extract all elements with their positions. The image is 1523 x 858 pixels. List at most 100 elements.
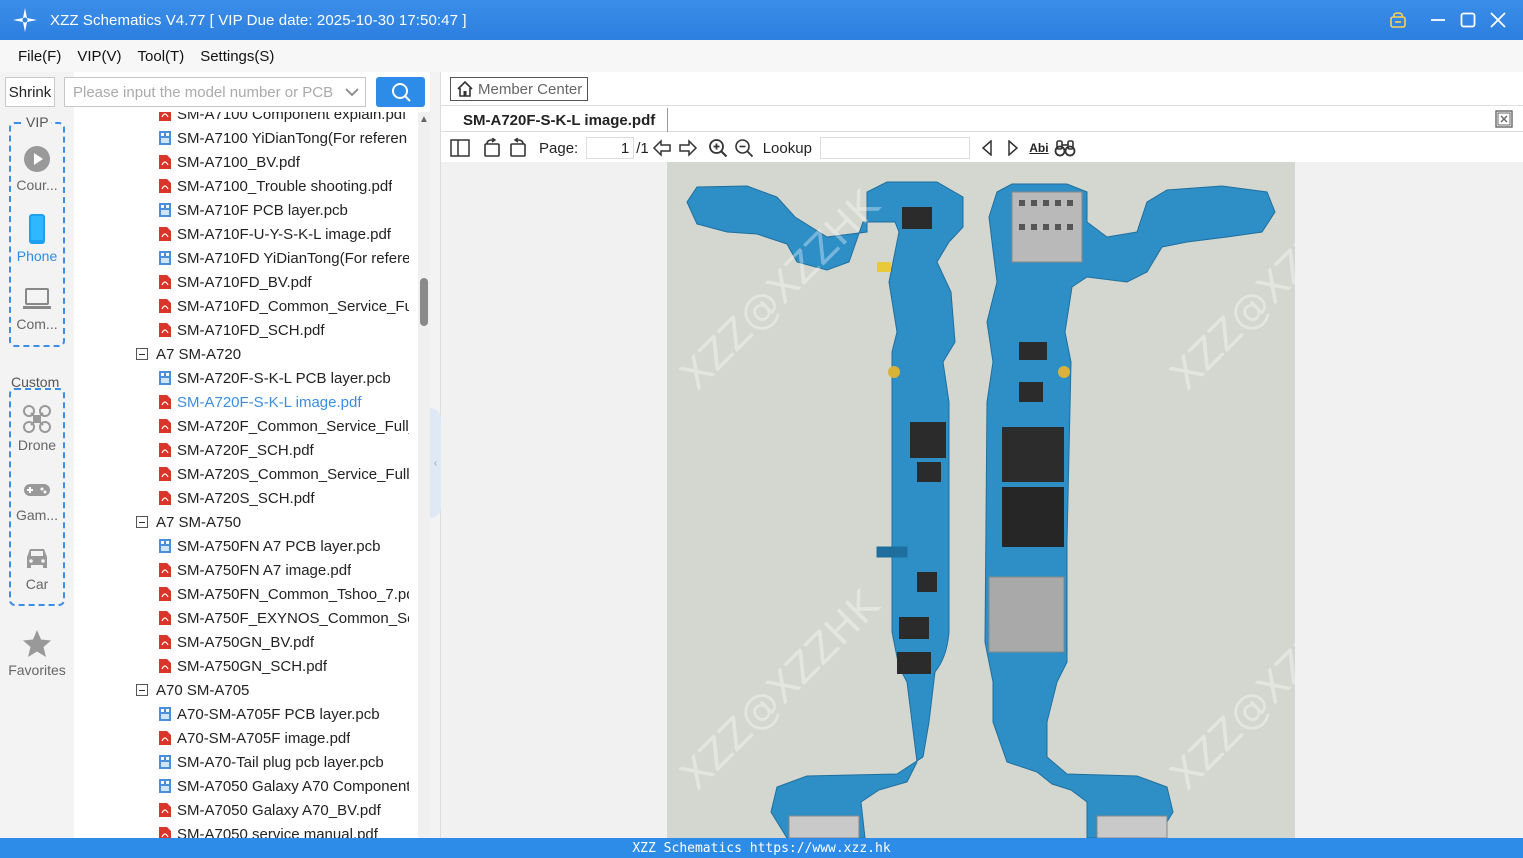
rail-item-phone[interactable]: Phone (0, 213, 74, 264)
menu-settings[interactable]: Settings(S) (192, 48, 282, 65)
page-total: /1 (636, 139, 649, 157)
tree-file[interactable]: SM-A7100_Trouble shooting.pdf (158, 174, 392, 198)
pdf-file-icon (159, 611, 171, 625)
rail-item-computer[interactable]: Com... (0, 285, 74, 332)
category-rail: Shrink VIP Cour... Phone Com... Custom D… (0, 72, 74, 838)
close-tab-icon[interactable] (1495, 110, 1513, 128)
lock-icon[interactable] (1383, 5, 1413, 35)
rail-item-favorites[interactable]: Favorites (0, 629, 74, 678)
tree-file[interactable]: SM-A7050 Galaxy A70 Component (158, 774, 409, 798)
tree-file[interactable]: SM-A70-Tail plug pcb layer.pcb (158, 750, 384, 774)
search-button[interactable] (376, 77, 425, 107)
tree-item-label: SM-A7050 Galaxy A70 Component (177, 777, 409, 795)
find-previous-icon[interactable] (974, 136, 1000, 160)
pdf-file-icon (159, 731, 171, 745)
menu-file[interactable]: File(F) (10, 48, 69, 65)
next-page-icon[interactable] (675, 136, 701, 160)
tree-file[interactable]: A70-SM-A705F PCB layer.pcb (158, 702, 380, 726)
match-case-icon[interactable]: Abi (1026, 136, 1052, 160)
tree-file[interactable]: SM-A750F_EXYNOS_Common_Serv (158, 606, 409, 630)
tree-file[interactable]: SM-A710F-U-Y-S-K-L image.pdf (158, 222, 391, 246)
tree-scrollbar[interactable]: ▲ (418, 112, 430, 838)
binoculars-icon[interactable] (1052, 136, 1078, 160)
tree-item-label: SM-A7100 Component explain.pdf (177, 112, 407, 123)
rail-item-label: Phone (16, 248, 58, 264)
tree-file[interactable]: SM-A720S_Common_Service_Full_S (158, 462, 409, 486)
tree-file[interactable]: SM-A720F_SCH.pdf (158, 438, 314, 462)
scroll-thumb[interactable] (420, 278, 428, 326)
rail-item-games[interactable]: Gam... (0, 476, 74, 523)
pdf-file-icon (159, 179, 171, 193)
search-placeholder: Please input the model number or PCB (73, 83, 334, 101)
rail-item-drone[interactable]: Drone (0, 404, 74, 453)
zoom-out-icon[interactable] (731, 136, 757, 160)
rail-item-car[interactable]: Car (0, 545, 74, 592)
sidebar-toggle-icon[interactable] (449, 136, 471, 160)
window-title: XZZ Schematics V4.77 [ VIP Due date: 202… (50, 11, 467, 29)
tree-file[interactable]: SM-A750GN_SCH.pdf (158, 654, 327, 678)
tree-file[interactable]: SM-A720S_SCH.pdf (158, 486, 315, 510)
page-label: Page: (539, 139, 579, 157)
pane-splitter[interactable]: ‹ (430, 72, 441, 838)
tree-file[interactable]: SM-A720F-S-K-L image.pdf (158, 390, 362, 414)
tree-file[interactable]: SM-A7050 service manual.pdf (158, 822, 378, 838)
tree-folder[interactable]: A7 SM-A720 (136, 342, 241, 366)
tree-file[interactable]: SM-A710FD_Common_Service_Full (158, 294, 409, 318)
chevron-down-icon[interactable] (339, 87, 365, 97)
pdf-file-icon (159, 659, 171, 673)
tree-folder[interactable]: A70 SM-A705 (136, 678, 249, 702)
search-input[interactable]: Please input the model number or PCB (64, 77, 366, 107)
page-number-input[interactable]: 1 (586, 137, 635, 159)
menu-vip[interactable]: VIP(V) (69, 48, 129, 65)
tree-file[interactable]: SM-A7050 Galaxy A70_BV.pdf (158, 798, 381, 822)
prev-page-icon[interactable] (649, 136, 675, 160)
close-button[interactable] (1483, 5, 1513, 35)
find-next-icon[interactable] (1000, 136, 1026, 160)
tree-file[interactable]: SM-A7100 YiDianTong(For referen (158, 126, 407, 150)
tree-file[interactable]: SM-A710FD_BV.pdf (158, 270, 312, 294)
tree-folder[interactable]: A7 SM-A750 (136, 510, 241, 534)
tree-file[interactable]: SM-A710FD YiDianTong(For refere (158, 246, 409, 270)
tree-file[interactable]: SM-A710FD_SCH.pdf (158, 318, 325, 342)
tree-item-label: A70-SM-A705F image.pdf (177, 729, 351, 747)
tree-file[interactable]: SM-A710F PCB layer.pcb (158, 198, 348, 222)
minimize-button[interactable] (1423, 5, 1453, 35)
tree-item-label: A7 SM-A750 (156, 513, 242, 531)
shrink-button[interactable]: Shrink (5, 77, 55, 107)
tree-file[interactable]: SM-A7100_BV.pdf (158, 150, 300, 174)
document-tab[interactable]: SM-A720F-S-K-L image.pdf (451, 108, 669, 132)
pdf-file-icon (159, 827, 171, 838)
tree-file[interactable]: SM-A750GN_BV.pdf (158, 630, 314, 654)
zoom-in-icon[interactable] (705, 136, 731, 160)
rail-item-courses[interactable]: Cour... (0, 144, 74, 193)
maximize-button[interactable] (1453, 5, 1483, 35)
collapse-toggle-icon[interactable] (136, 684, 148, 696)
lookup-label: Lookup (762, 139, 812, 157)
pdf-file-icon (159, 467, 171, 481)
scroll-up-icon[interactable]: ▲ (419, 114, 429, 125)
member-center-button[interactable]: Member Center (450, 77, 588, 101)
collapse-toggle-icon[interactable] (136, 348, 148, 360)
tree-file[interactable]: SM-A750FN_Common_Tshoo_7.pd (158, 582, 409, 606)
tree-file[interactable]: SM-A7100 Component explain.pdf (158, 112, 406, 126)
pcb-board-image[interactable]: XZZ@XZZHK XZZ@XZZHK XZZ@XZZHK XZZ@XZZHK (667, 162, 1295, 838)
tree-file[interactable]: SM-A750FN A7 PCB layer.pcb (158, 534, 380, 558)
pdf-file-icon (159, 275, 171, 289)
rotate-right-icon[interactable] (505, 136, 531, 160)
tree-file[interactable]: A70-SM-A705F image.pdf (158, 726, 350, 750)
tree-item-label: A70-SM-A705F PCB layer.pcb (177, 705, 380, 723)
laptop-icon (23, 288, 51, 309)
tree-file[interactable]: SM-A750FN A7 image.pdf (158, 558, 351, 582)
collapse-toggle-icon[interactable] (136, 516, 148, 528)
tree-item-label: SM-A710FD_Common_Service_Full (177, 297, 409, 315)
tree-file[interactable]: SM-A720F_Common_Service_Full_S (158, 414, 409, 438)
pdf-viewer[interactable]: XZZ@XZZHK XZZ@XZZHK XZZ@XZZHK XZZ@XZZHK (441, 162, 1523, 838)
rotate-left-icon[interactable] (479, 136, 505, 160)
lookup-input[interactable] (819, 137, 970, 159)
tree-item-label: A7 SM-A720 (156, 345, 242, 363)
car-icon (27, 549, 47, 568)
pdf-file-icon (159, 803, 171, 817)
menu-tool[interactable]: Tool(T) (130, 48, 193, 65)
tree-file[interactable]: SM-A720F-S-K-L PCB layer.pcb (158, 366, 391, 390)
collapse-handle[interactable]: ‹ (430, 408, 441, 518)
